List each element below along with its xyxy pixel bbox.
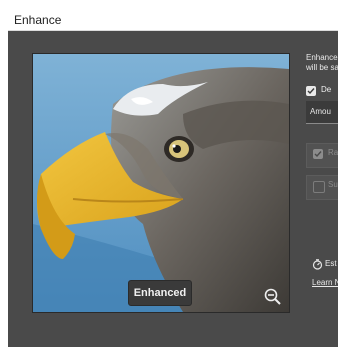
amount-dropdown-label: Amou xyxy=(310,107,331,116)
estimate-row: Est xyxy=(312,258,338,272)
option-three-checkbox[interactable] xyxy=(313,181,325,193)
option-three-label: Su xyxy=(328,180,338,189)
title-bar: Enhance xyxy=(8,8,338,31)
option-group-three: Su xyxy=(306,175,338,200)
learn-more-link[interactable]: Learn N xyxy=(312,278,338,290)
amount-dropdown[interactable]: Amou xyxy=(306,101,338,124)
option-three-checkbox-row[interactable]: Su xyxy=(313,178,338,198)
image-preview[interactable]: Enhanced xyxy=(32,53,290,313)
option-two-checkbox-row[interactable]: Ra xyxy=(313,146,338,166)
denoise-label: De xyxy=(321,85,332,94)
window-title: Enhance xyxy=(14,13,62,27)
eagle-photo xyxy=(33,54,289,312)
option-two-checkbox[interactable] xyxy=(313,149,323,159)
estimate-label: Est xyxy=(325,259,337,268)
check-icon xyxy=(314,151,322,158)
denoise-checkbox[interactable] xyxy=(306,86,316,96)
option-two-label: Ra xyxy=(328,148,338,157)
enhance-description: Enhance will be sa xyxy=(306,53,338,72)
check-icon xyxy=(307,88,315,95)
zoom-out-icon[interactable] xyxy=(264,288,282,306)
option-group-two: Ra xyxy=(306,143,338,168)
denoise-checkbox-row[interactable]: De xyxy=(306,83,338,103)
enhanced-badge: Enhanced xyxy=(128,280,192,306)
stopwatch-icon xyxy=(312,259,323,270)
